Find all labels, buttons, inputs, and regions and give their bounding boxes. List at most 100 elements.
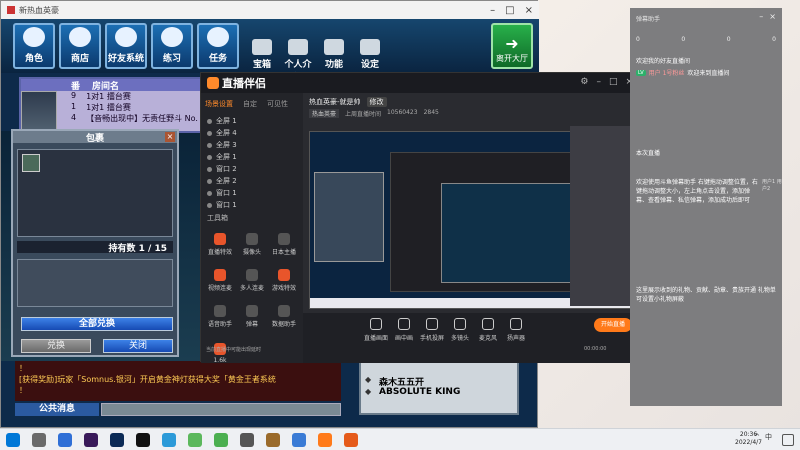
exchange-all-button[interactable]: 全部兑换 — [21, 317, 173, 331]
item-slot[interactable] — [22, 154, 40, 172]
close-icon[interactable]: × — [165, 132, 175, 142]
scene-item[interactable]: 全屏 1 — [201, 115, 303, 127]
start-icon[interactable] — [6, 432, 20, 447]
tab-custom[interactable]: 自定 — [243, 99, 257, 109]
message-text: 欢迎来到直播间 — [687, 70, 730, 77]
tool-label: 游戏特效 — [271, 285, 296, 292]
scene-item[interactable]: 窗口 2 — [201, 163, 303, 175]
eye-icon[interactable] — [207, 178, 212, 184]
nav-button-quests[interactable]: 任务 — [197, 23, 239, 69]
category-tag[interactable]: 热血英豪 — [309, 109, 340, 118]
room-list-header: 番 房间名 — [21, 79, 207, 92]
file-icon[interactable] — [240, 432, 254, 447]
maximize-icon[interactable]: □ — [609, 77, 618, 87]
exit-label: 离开大厅 — [496, 54, 528, 63]
stream-status: 当前直播中可能出现延时 — [206, 347, 262, 353]
scene-item[interactable]: 窗口 1 — [201, 199, 303, 211]
btn-speaker[interactable]: 扬声器 — [498, 318, 534, 342]
scene-label: 全屏 4 — [216, 129, 237, 137]
arrow-app-icon[interactable] — [188, 432, 202, 447]
stream-logo: 直播伴侣 — [207, 75, 266, 91]
nav-button-shop[interactable]: 商店 — [59, 23, 101, 69]
search-icon[interactable] — [32, 432, 46, 447]
tool-live-effects[interactable]: 直播特效 — [205, 233, 235, 256]
character-icon — [23, 27, 45, 47]
minimize-icon[interactable]: – — [759, 12, 763, 21]
settings-icon[interactable]: ⚙ — [580, 77, 588, 87]
stream-app-icon[interactable] — [318, 432, 332, 447]
tool-game-effects[interactable]: 游戏特效 — [269, 269, 299, 292]
premiere-icon[interactable] — [84, 432, 98, 447]
tool-label: 数据助手 — [271, 321, 296, 328]
game-icon[interactable] — [266, 432, 280, 447]
quest-icon — [207, 27, 229, 47]
start-live-button[interactable]: 开始直播 — [594, 318, 632, 332]
chat-line: [获得奖励]玩家「Somnus.银河」开启黄金神灯获得大奖「黄金王者系统 — [19, 375, 276, 384]
exchange-button[interactable]: 兑换 — [21, 339, 91, 353]
wechat-icon[interactable] — [214, 432, 228, 447]
user-name[interactable]: 用户 1号粉丝 — [649, 68, 685, 77]
tab-visibility[interactable]: 可见性 — [267, 99, 288, 109]
photoshop-icon[interactable] — [110, 432, 124, 447]
eye-icon[interactable] — [207, 130, 212, 136]
player-row[interactable]: ABSOLUTE KING — [361, 387, 517, 399]
qq-icon[interactable] — [136, 432, 150, 447]
nav-functions[interactable]: 功能 — [317, 39, 351, 70]
eye-icon[interactable] — [207, 166, 212, 172]
close-icon[interactable]: × — [769, 12, 776, 21]
danmaku-assistant-panel: 弹幕助手 – × 0 0 0 0 欢迎我的好友直播间 LV 用户 1号粉丝 欢迎… — [630, 8, 782, 406]
nav-treasure[interactable]: 宝箱 — [245, 39, 279, 70]
logo-icon — [207, 77, 219, 89]
minimize-icon[interactable]: – — [596, 77, 601, 87]
stat-value: 0 — [681, 36, 686, 43]
scene-item[interactable]: 全屏 2 — [201, 175, 303, 187]
app-icon[interactable] — [58, 432, 72, 447]
tool-label: 多人连麦 — [239, 285, 264, 292]
scene-item[interactable]: 全屏 4 — [201, 127, 303, 139]
clock[interactable]: 20:36 2022/4/7 — [735, 431, 762, 447]
eye-icon[interactable] — [207, 202, 212, 208]
eye-icon[interactable] — [207, 154, 212, 160]
nav-button-friends[interactable]: 好友系统 — [105, 23, 147, 69]
tool-data[interactable]: 数据助手 — [269, 305, 299, 328]
scene-item[interactable]: 全屏 1 — [201, 151, 303, 163]
public-message-tab[interactable]: 公共消息 — [15, 403, 99, 416]
feishu-icon[interactable] — [292, 432, 306, 447]
eye-icon[interactable] — [207, 118, 212, 124]
scene-label: 全屏 2 — [216, 177, 237, 185]
notification-icon[interactable] — [782, 434, 794, 446]
last-live: 上周直播时间 — [345, 111, 382, 118]
nav-settings[interactable]: 设定 — [353, 39, 387, 70]
edge-icon[interactable] — [162, 432, 176, 447]
nav-label: 设定 — [360, 60, 379, 70]
tool-voice[interactable]: 语音助手 — [205, 305, 235, 328]
tool-danmaku[interactable]: 弹幕 — [237, 305, 267, 328]
eye-icon[interactable] — [207, 142, 212, 148]
side-preview — [570, 126, 630, 306]
eye-icon[interactable] — [207, 190, 212, 196]
nav-button-character[interactable]: 角色 — [13, 23, 55, 69]
ime-icon[interactable]: 中 — [765, 432, 772, 442]
voice-icon — [214, 305, 226, 317]
edit-title-button[interactable]: 修改 — [366, 97, 387, 107]
tool-multi-link[interactable]: 多人连麦 — [237, 269, 267, 292]
close-icon[interactable]: × — [525, 5, 533, 16]
tool-label: 摄像头 — [242, 249, 261, 256]
maximize-icon[interactable]: □ — [505, 5, 514, 16]
room-name: 1对1 擂台赛 — [86, 103, 131, 112]
tool-video-link[interactable]: 视频连麦 — [205, 269, 235, 292]
scene-item[interactable]: 全屏 3 — [201, 139, 303, 151]
exit-lobby-button[interactable]: ➜ 离开大厅 — [491, 23, 533, 69]
tool-camera[interactable]: 摄像头 — [237, 233, 267, 256]
chat-input[interactable] — [101, 403, 341, 416]
phone-icon — [426, 318, 438, 330]
minimize-icon[interactable]: – — [490, 5, 495, 16]
tool-anchor[interactable]: 日本主播 — [269, 233, 299, 256]
scene-item[interactable]: 窗口 1 — [201, 187, 303, 199]
tab-scenes[interactable]: 场景设置 — [205, 99, 233, 109]
close-button[interactable]: 关闭 — [103, 339, 173, 353]
nav-button-practice[interactable]: 练习 — [151, 23, 193, 69]
player-row[interactable]: 森木五五开 — [361, 375, 517, 388]
douyu-icon[interactable] — [344, 432, 358, 447]
room-name: 1对1 擂台赛 — [86, 92, 131, 101]
